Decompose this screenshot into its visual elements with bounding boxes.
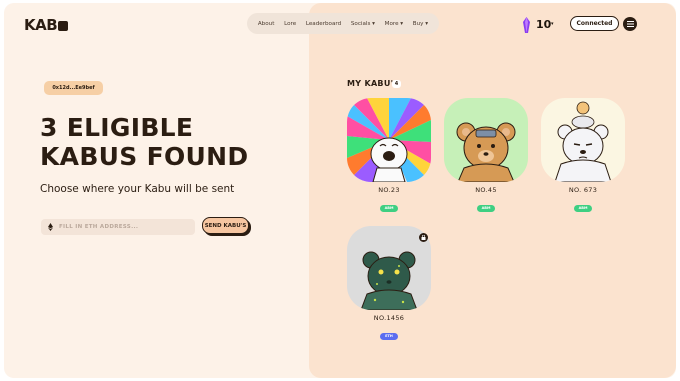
page-title: 3 ELIGIBLE KABUS FOUND (40, 113, 249, 171)
brand-logo[interactable]: KAB (24, 16, 69, 34)
collection-count-badge: 4 (392, 80, 401, 88)
chevron-down-icon: ▾ (425, 20, 429, 27)
menu-button[interactable] (623, 17, 637, 31)
nav-about[interactable]: About (258, 21, 275, 27)
chevron-down-icon[interactable]: ▾ (551, 21, 554, 27)
kabu-name: NO.45 (475, 186, 497, 194)
kabu-card[interactable]: NO.1456 ETH (347, 226, 431, 341)
gem-icon (523, 17, 530, 33)
chain-badge: ABM (379, 205, 399, 212)
chevron-down-icon: ▾ (372, 20, 375, 27)
chevron-down-icon: ▾ (400, 20, 404, 27)
kabu-card[interactable]: NO.45 ABM (444, 98, 528, 213)
eth-address-input[interactable] (59, 224, 184, 230)
kabu-card[interactable]: NO. 673 ABM (541, 98, 625, 213)
nav-buy[interactable]: Buy ▾ (413, 21, 428, 27)
eth-icon (48, 223, 53, 231)
kabu-card[interactable]: NO.23 ABM (347, 98, 431, 213)
wallet-address-badge: 0x12d...Ee9bef (44, 81, 103, 95)
kabu-name: NO.1456 (373, 314, 405, 322)
page-subtitle: Choose where your Kabu will be sent (40, 183, 235, 195)
kabu-image (444, 98, 528, 182)
chain-badge: ABM (573, 205, 593, 212)
nav-lore[interactable]: Lore (284, 21, 296, 27)
menu-icon (626, 21, 634, 27)
kabu-image (541, 98, 625, 182)
kabu-name: NO.23 (378, 186, 400, 194)
chain-badge: ABM (476, 205, 496, 212)
gem-count[interactable]: 10 (536, 18, 551, 31)
nav-leaderboard[interactable]: Leaderboard (306, 21, 341, 27)
logo-mark-icon (58, 21, 69, 31)
connected-button[interactable]: Connected (570, 16, 619, 31)
chain-badge: ETH (380, 333, 398, 340)
kabu-image (347, 98, 431, 182)
nav-socials[interactable]: Socials ▾ (351, 21, 375, 27)
send-kabus-button[interactable]: SEND KABU'S (202, 217, 249, 234)
nav-more[interactable]: More ▾ (385, 21, 403, 27)
top-nav: About Lore Leaderboard Socials ▾ More ▾ … (247, 13, 439, 34)
app-frame: KAB About Lore Leaderboard Socials ▾ Mor… (4, 3, 676, 378)
eth-address-field[interactable] (41, 219, 195, 235)
lock-icon (419, 233, 428, 242)
kabu-name: NO. 673 (568, 186, 598, 194)
